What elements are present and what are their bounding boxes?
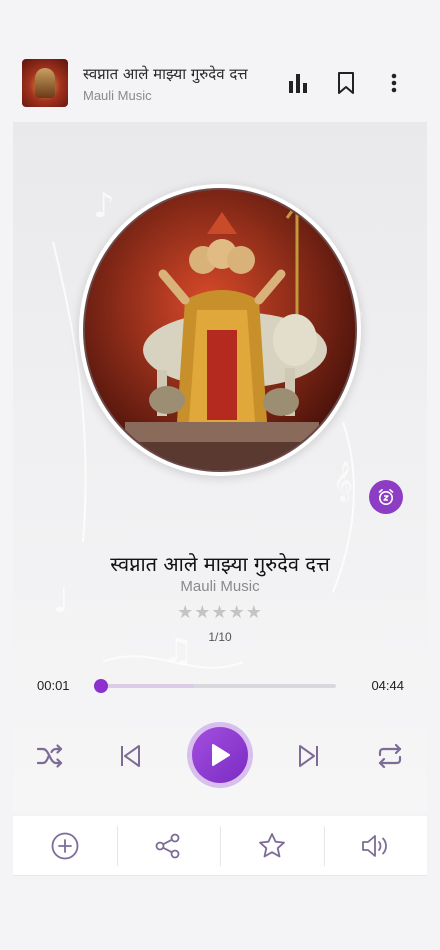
seek-thumb[interactable] (93, 679, 108, 693)
shuffle-icon (36, 744, 63, 768)
favorite-button[interactable] (220, 816, 324, 875)
svg-text:𝄞: 𝄞 (333, 461, 353, 502)
equalizer-icon[interactable] (274, 63, 322, 103)
sleep-timer-button[interactable] (369, 480, 403, 514)
star-icon (258, 832, 285, 857)
song-title: स्वप्नात आले माझ्या गुरुदेव दत्त (110, 552, 330, 576)
album-art-image (83, 188, 357, 472)
next-icon (299, 745, 318, 767)
album-art-frame (79, 184, 361, 476)
next-button[interactable] (287, 734, 331, 778)
duration: 04:44 (371, 678, 404, 693)
play-button-inner (192, 727, 248, 783)
previous-button[interactable] (108, 734, 152, 778)
play-button[interactable] (187, 722, 253, 788)
share-icon (155, 833, 180, 858)
repeat-button[interactable] (368, 734, 412, 778)
header-artist: Mauli Music (83, 87, 152, 103)
track-position: 1/10 (208, 630, 232, 644)
header-song-title: स्वप्नात आले माझ्या गुरुदेव दत्त (83, 64, 248, 83)
song-artist: Mauli Music (180, 578, 260, 595)
add-icon (51, 832, 79, 859)
action-bar (13, 816, 427, 876)
now-playing-header: स्वप्नात आले माझ्या गुरुदेव दत्त Mauli M… (0, 50, 440, 116)
svg-text:♪: ♪ (93, 186, 115, 226)
play-icon (212, 744, 230, 766)
add-to-playlist-button[interactable] (13, 816, 117, 875)
current-time: 00:01 (37, 678, 70, 693)
bookmark-icon[interactable] (322, 63, 370, 103)
share-button[interactable] (116, 816, 221, 875)
previous-icon (121, 745, 140, 767)
volume-button[interactable] (323, 816, 428, 875)
alarm-icon (378, 489, 394, 505)
shuffle-button[interactable] (28, 734, 72, 778)
more-vert-icon[interactable] (370, 63, 418, 103)
seek-buffered (100, 684, 195, 688)
player-card: ♪ 𝄞 ♫ ♩ ♪ (13, 122, 427, 812)
volume-icon (362, 834, 388, 857)
rating-stars[interactable]: ★★★★★ (13, 602, 427, 623)
album-thumbnail[interactable] (22, 59, 68, 107)
seek-bar[interactable] (93, 679, 336, 693)
repeat-icon (378, 743, 402, 769)
header-titles: स्वप्नात आले माझ्या गुरुदेव दत्त Mauli M… (83, 64, 266, 103)
